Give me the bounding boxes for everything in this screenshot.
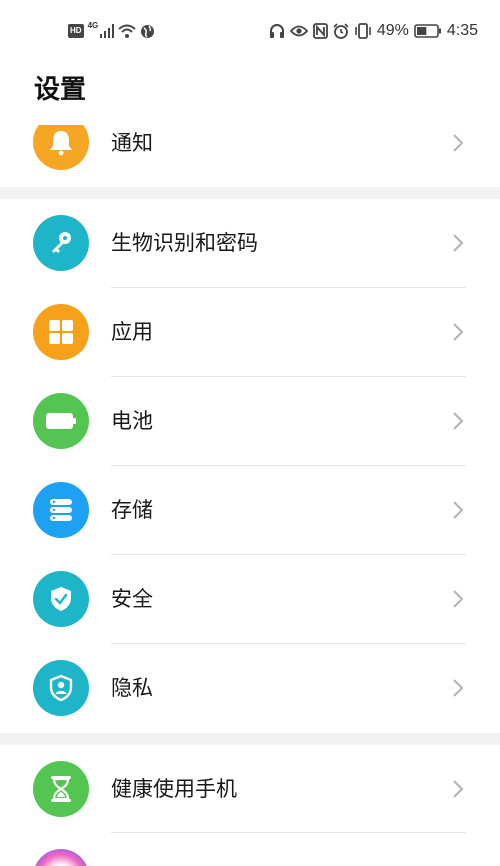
storage-icon-badge [33, 482, 89, 538]
chevron-right-icon [453, 134, 464, 152]
alarm-icon [333, 23, 349, 39]
scroll-mask [0, 112, 500, 125]
wifi-icon [118, 24, 136, 38]
security-icon-badge [33, 571, 89, 627]
settings-item-label: 存储 [111, 498, 153, 522]
battery-icon [414, 24, 442, 38]
chevron-right-icon [453, 412, 464, 430]
settings-item-label: 隐私 [111, 676, 153, 700]
key-icon [52, 232, 71, 253]
bell-icon [50, 131, 72, 156]
settings-item-label: 安全 [111, 587, 153, 611]
chevron-right-icon [453, 590, 464, 608]
eye-icon [289, 25, 308, 37]
chevron-right-icon [453, 679, 464, 697]
settings-screen: HD 4G 49% 4:35 设置 通知 生物识别和密码 应用 电池 存储 安全… [0, 0, 500, 866]
settings-item-label: 健康使用手机 [111, 777, 237, 801]
digital-balance-icon-badge [33, 761, 89, 817]
privacy-icon-badge [33, 660, 89, 716]
settings-item-apps[interactable]: 应用 [0, 288, 500, 377]
settings-item-digital-balance[interactable]: 健康使用手机 [0, 745, 500, 834]
chevron-right-icon [453, 323, 464, 341]
assistant-icon-badge [33, 849, 89, 866]
settings-item-storage[interactable]: 存储 [0, 466, 500, 555]
group-separator [0, 187, 500, 199]
battery-percent: 49% [376, 22, 409, 39]
nfc-icon [312, 23, 328, 39]
status-bar: HD 4G 49% 4:35 [0, 0, 500, 62]
settings-item-label: 电池 [111, 409, 153, 433]
group-separator [0, 733, 500, 745]
settings-item-label: 生物识别和密码 [111, 231, 258, 255]
settings-item-security[interactable]: 安全 [0, 555, 500, 644]
biometrics-icon-badge [33, 215, 89, 271]
chevron-right-icon [453, 234, 464, 252]
hd-badge: HD [68, 24, 84, 38]
settings-item-privacy[interactable]: 隐私 [0, 644, 500, 733]
vibrate-icon [354, 23, 372, 39]
shield-check-icon [51, 587, 71, 611]
globe-icon [140, 24, 155, 39]
assistant-icon [46, 862, 76, 866]
chevron-right-icon [453, 780, 464, 798]
battery-icon [46, 413, 76, 429]
status-bar-left: HD 4G [68, 20, 155, 42]
network-type: 4G [87, 20, 99, 30]
settings-item-label: 通知 [111, 131, 153, 155]
settings-item-label: 应用 [111, 320, 153, 344]
signal-icon [100, 24, 115, 38]
chevron-right-icon [453, 501, 464, 519]
settings-item-battery[interactable]: 电池 [0, 377, 500, 466]
hourglass-icon [51, 776, 71, 802]
clock: 4:35 [446, 22, 478, 39]
settings-item-biometrics[interactable]: 生物识别和密码 [0, 199, 500, 288]
privacy-shield-icon [49, 674, 73, 702]
headphones-icon [269, 23, 285, 39]
status-bar-right: 49% 4:35 [269, 20, 478, 42]
apps-icon-badge [33, 304, 89, 360]
storage-icon [50, 499, 72, 521]
battery-icon-badge [33, 393, 89, 449]
apps-grid-icon [49, 320, 73, 344]
settings-item-assistant[interactable] [0, 833, 500, 866]
